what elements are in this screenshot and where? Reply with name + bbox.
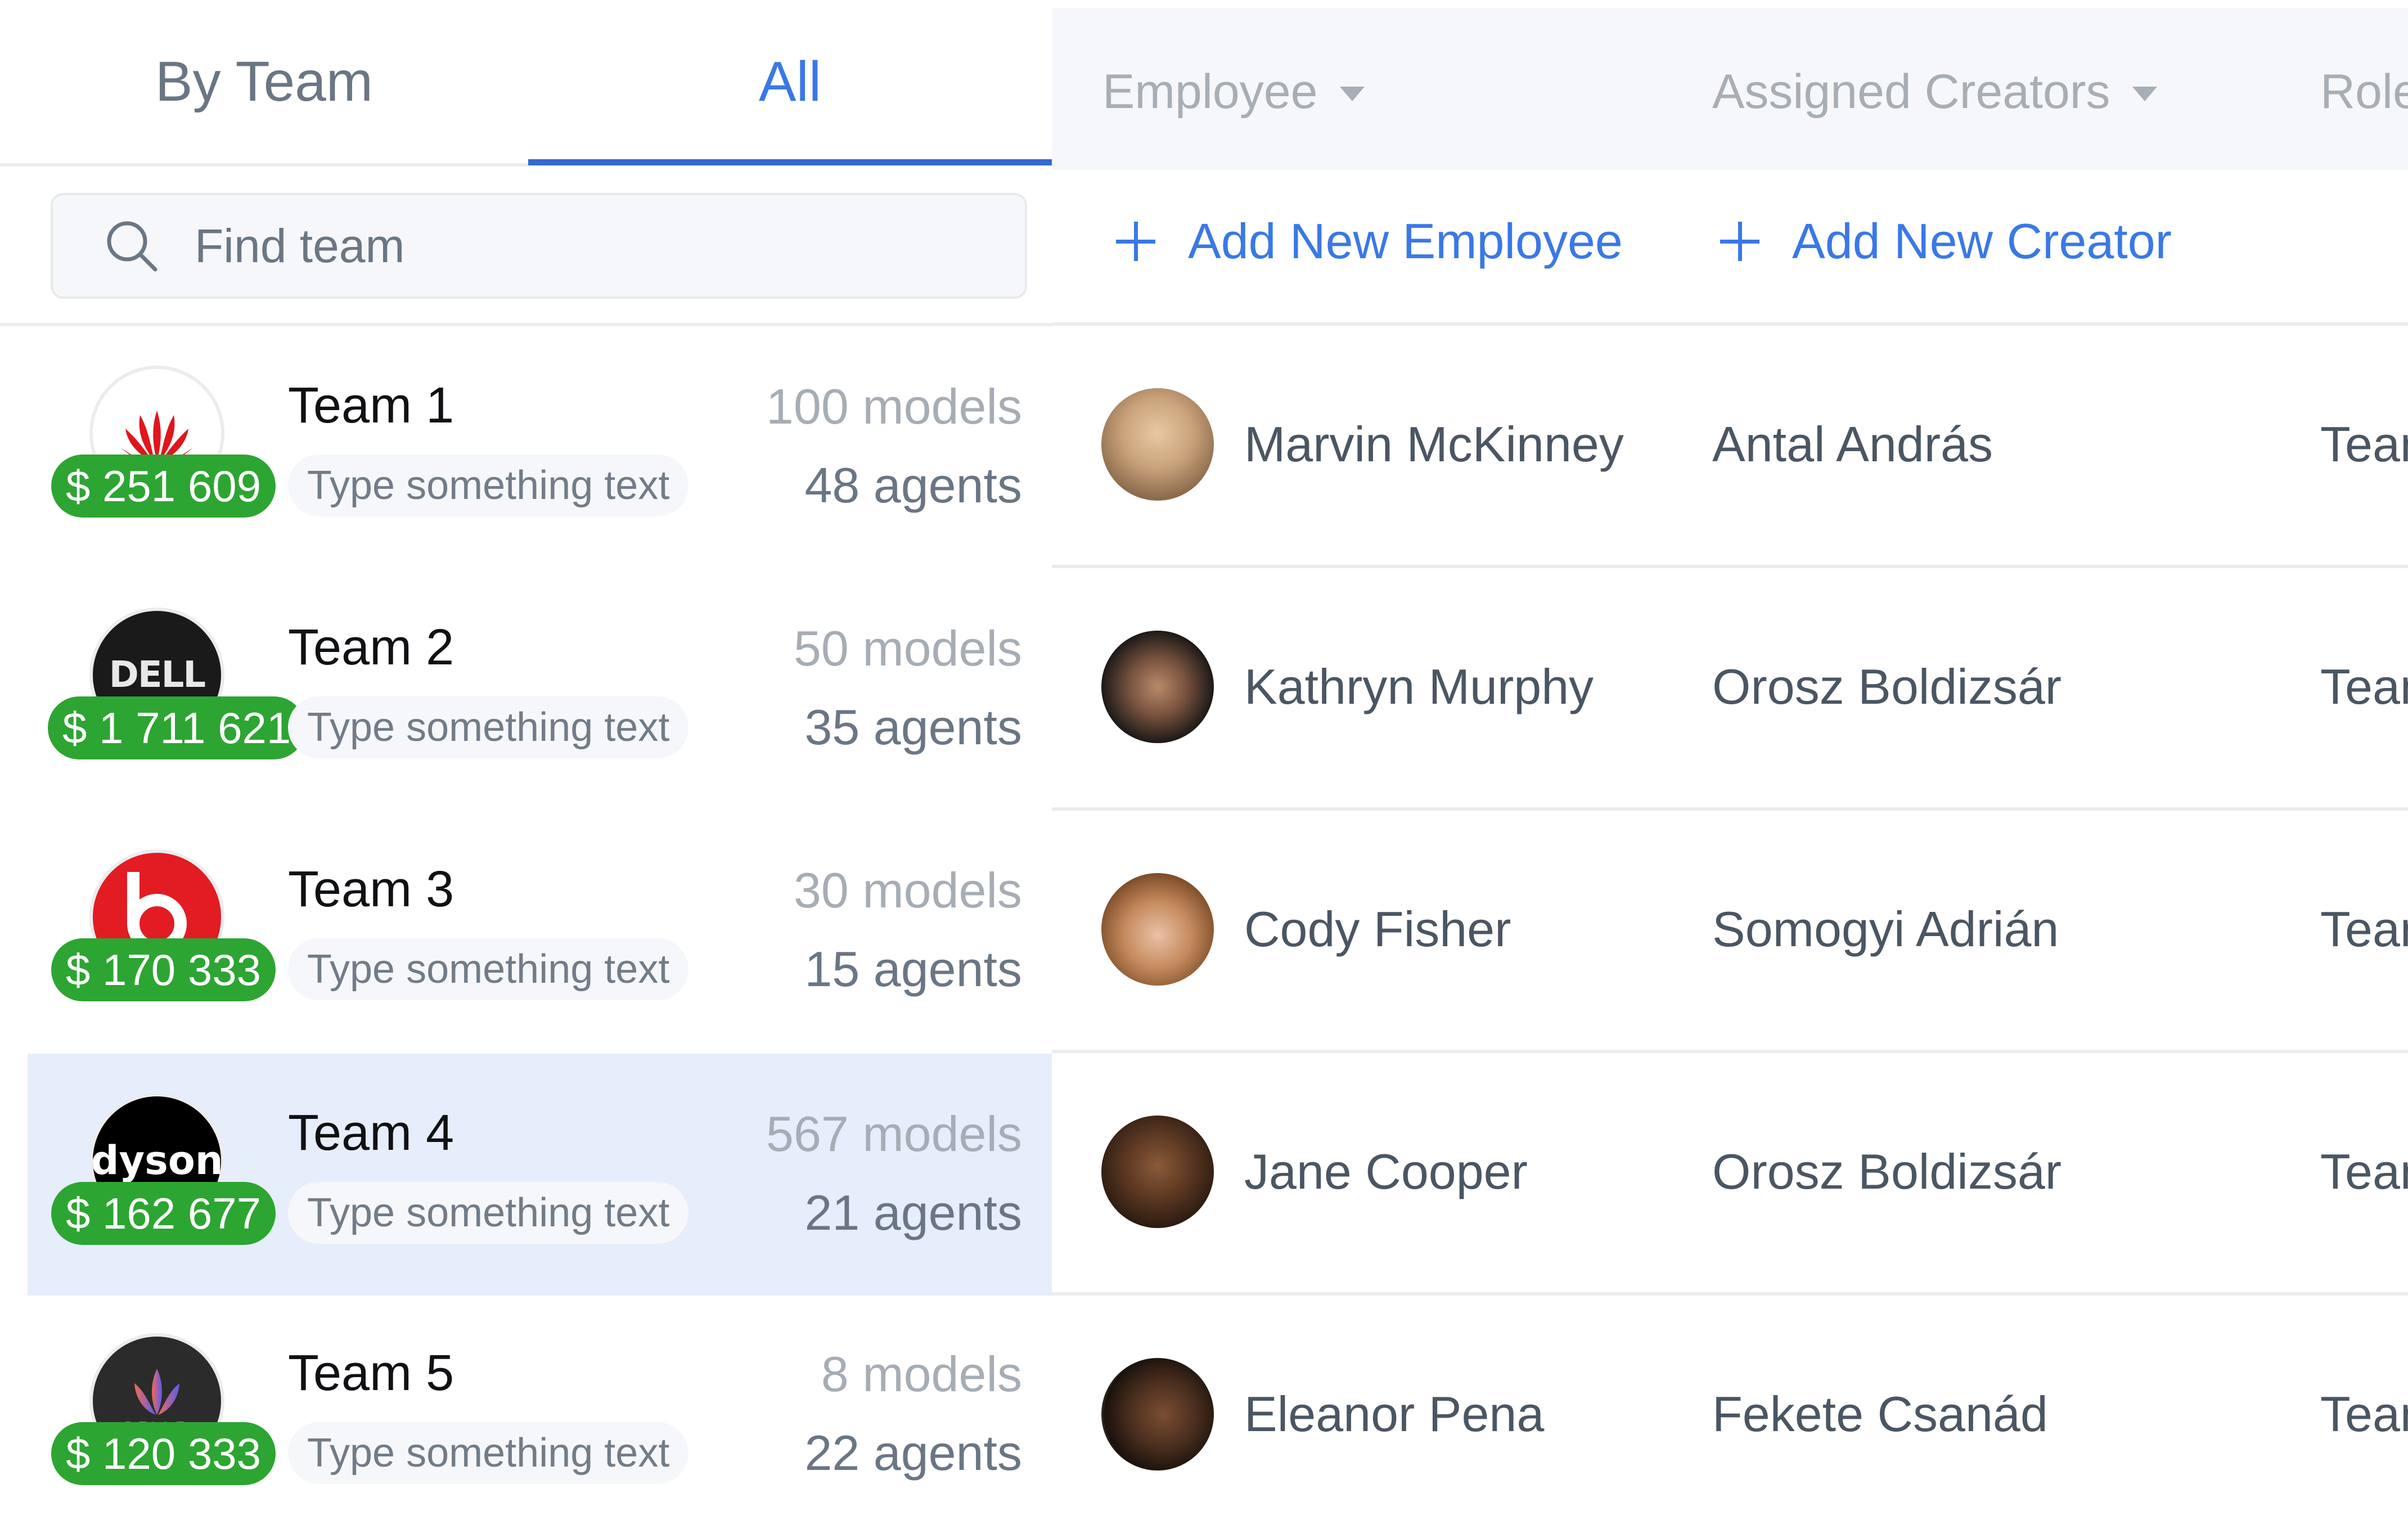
employee-role: Team <box>2320 416 2408 472</box>
employee-name: Kathryn Murphy <box>1244 659 1594 714</box>
assigned-creator: Antal András <box>1712 416 1993 472</box>
team-name: Team 1 <box>288 377 454 434</box>
add-new-creator-label: Add New Creator <box>1792 213 2172 269</box>
table-header: Employee Assigned Creators Role <box>1052 8 2408 170</box>
team-name: Team 4 <box>288 1105 454 1161</box>
employee-name: Marvin McKinney <box>1244 416 1624 472</box>
team-row-selected[interactable]: dyson $ 162 677 Team 4 Type something te… <box>28 1054 1052 1296</box>
assigned-creator: Fekete Csanád <box>1712 1386 2048 1442</box>
team-name: Team 2 <box>288 619 454 676</box>
column-header-assigned-creators[interactable]: Assigned Creators <box>1712 64 2158 120</box>
team-models-count: 30 models <box>793 862 1022 918</box>
search-input[interactable] <box>193 218 927 274</box>
team-revenue-badge: $ 170 333 <box>51 938 276 1001</box>
team-description: Type something text <box>288 696 689 758</box>
column-header-creators-label: Assigned Creators <box>1712 65 2110 119</box>
avatar <box>1101 631 1214 743</box>
team-name: Team 5 <box>288 1345 454 1401</box>
team-agents-count: 21 agents <box>804 1185 1022 1240</box>
table-row[interactable]: Eleanor Pena Fekete Csanád Team <box>1052 1296 2408 1538</box>
team-row[interactable]: DELL $ 1 711 621 Team 2 Type something t… <box>28 568 1052 810</box>
team-agents-count: 48 agents <box>804 457 1022 513</box>
table-row[interactable]: Kathryn Murphy Orosz Boldizsár Team <box>1052 568 2408 811</box>
search-icon <box>107 221 157 272</box>
tab-all[interactable]: All <box>528 0 1052 163</box>
tab-by-team[interactable]: By Team <box>0 0 528 163</box>
employee-role: Team <box>2320 901 2408 957</box>
employee-name: Cody Fisher <box>1244 901 1511 957</box>
team-description: Type something text <box>288 1182 689 1244</box>
caret-down-icon <box>2132 86 2158 101</box>
team-models-count: 50 models <box>793 620 1022 676</box>
assigned-creator: Orosz Boldizsár <box>1712 1144 2062 1199</box>
team-row[interactable]: BELLE BEAUTY & COSMETICS $ 120 333 Team … <box>28 1294 1052 1536</box>
dyson-logo-text: dyson <box>91 1137 223 1184</box>
search-box[interactable] <box>51 193 1027 299</box>
team-models-count: 567 models <box>766 1106 1022 1162</box>
assigned-creator: Orosz Boldizsár <box>1712 659 2062 714</box>
avatar <box>1101 1116 1214 1228</box>
dell-logo-text: DELL <box>109 654 206 696</box>
team-revenue-badge: $ 162 677 <box>51 1182 276 1245</box>
team-models-count: 100 models <box>766 379 1022 434</box>
employee-role: Team <box>2320 1144 2408 1199</box>
tab-all-label: All <box>758 50 822 113</box>
plus-icon <box>1720 222 1759 261</box>
employee-name: Eleanor Pena <box>1244 1386 1545 1442</box>
teams-panel: By Team All Find team $ 251 609 Team 1 T… <box>0 0 1052 1534</box>
table-row[interactable]: Marvin McKinney Antal András Team <box>1052 326 2408 568</box>
team-description: Type something text <box>288 455 689 516</box>
avatar <box>1101 873 1214 986</box>
team-row[interactable]: $ 170 333 Team 3 Type something text 30 … <box>28 810 1052 1052</box>
employee-role: Team <box>2320 1386 2408 1442</box>
column-header-role-label: Role <box>2320 65 2408 119</box>
team-revenue-badge: $ 251 609 <box>51 455 276 518</box>
employee-role: Team <box>2320 659 2408 714</box>
team-agents-count: 22 agents <box>804 1425 1022 1481</box>
active-tab-indicator <box>528 159 1052 165</box>
team-revenue-badge: $ 1 711 621 <box>48 696 306 759</box>
assigned-creator: Somogyi Adrián <box>1712 901 2059 957</box>
column-header-employee[interactable]: Employee <box>1102 64 1365 120</box>
team-row[interactable]: $ 251 609 Team 1 Type something text 100… <box>28 326 1052 568</box>
team-agents-count: 35 agents <box>804 699 1022 755</box>
add-new-creator-button[interactable]: Add New Creator <box>1720 213 2172 270</box>
table-row[interactable]: Jane Cooper Orosz Boldizsár Team <box>1052 1053 2408 1296</box>
team-models-count: 8 models <box>821 1346 1022 1402</box>
team-name: Team 3 <box>288 861 454 918</box>
tab-by-team-label: By Team <box>155 50 373 113</box>
add-new-employee-label: Add New Employee <box>1188 213 1623 269</box>
team-revenue-badge: $ 120 333 <box>51 1422 276 1485</box>
employees-table: Employee Assigned Creators Role Add New … <box>1052 0 2408 1534</box>
column-header-employee-label: Employee <box>1102 65 1318 119</box>
plus-icon <box>1116 222 1155 261</box>
add-new-employee-button[interactable]: Add New Employee <box>1116 213 1623 270</box>
avatar <box>1101 1358 1214 1470</box>
caret-down-icon <box>1340 86 1365 101</box>
column-header-role[interactable]: Role <box>2320 64 2408 120</box>
team-description: Type something text <box>288 938 689 1000</box>
team-agents-count: 15 agents <box>804 941 1022 997</box>
employee-name: Jane Cooper <box>1244 1144 1528 1199</box>
team-description: Type something text <box>288 1422 689 1484</box>
avatar <box>1101 388 1214 501</box>
table-row[interactable]: Cody Fisher Somogyi Adrián Team <box>1052 811 2408 1053</box>
